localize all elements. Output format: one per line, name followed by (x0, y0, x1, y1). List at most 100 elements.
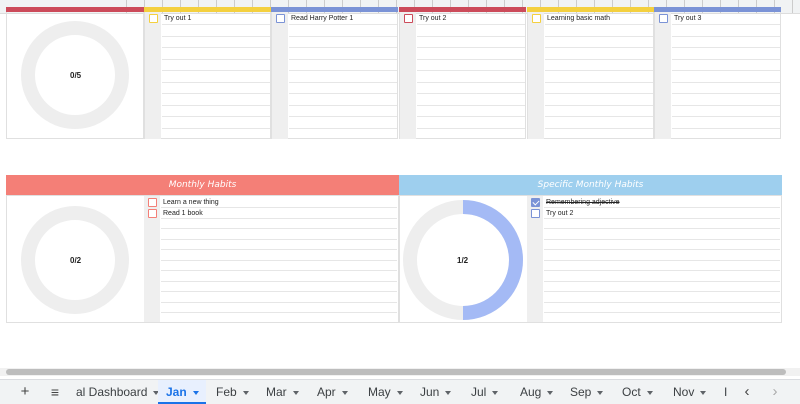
todo-row-line (162, 116, 270, 117)
scrollbar-thumb[interactable] (6, 369, 786, 375)
sheet-tab-label: al Dashboard (76, 385, 148, 399)
todo-row-line (289, 58, 397, 60)
todo-row-line (162, 81, 270, 83)
plus-icon[interactable]: + (14, 380, 36, 404)
todo-row-line (162, 24, 270, 25)
todo-row-line (417, 24, 525, 25)
todo-row-line (289, 127, 397, 129)
chevron-down-icon[interactable] (646, 390, 653, 395)
specific-habit-item-label: Remembering adjective (546, 199, 620, 206)
chevron-down-icon[interactable] (445, 390, 452, 395)
monthly-habit-checkbox[interactable] (148, 198, 157, 207)
sheet-tab-label: Apr (317, 385, 336, 399)
todo-row-line (289, 35, 397, 37)
todo-checkbox[interactable] (532, 14, 541, 23)
chevron-down-icon[interactable] (192, 390, 199, 395)
sheet-tab-label: Mar (266, 385, 287, 399)
todo-row-line (672, 116, 780, 117)
sheet-tab-label: May (368, 385, 391, 399)
chevron-down-icon[interactable] (700, 390, 707, 395)
todo-row-line (162, 58, 270, 60)
monthly-habit-row-line (161, 207, 397, 208)
sheet-tab[interactable]: al Dashboard (68, 380, 160, 404)
chevron-left-icon[interactable]: ‹ (738, 380, 756, 404)
monthly-habit-row-line (161, 280, 397, 282)
todo-column (399, 7, 526, 139)
chevron-down-icon[interactable] (492, 390, 499, 395)
todo-row-line (672, 81, 780, 83)
specific-habit-row-line (544, 238, 780, 240)
monthly-habit-item-label: Learn a new thing (163, 199, 219, 206)
todo-column-gutter (272, 12, 288, 139)
chevron-down-icon[interactable] (341, 390, 348, 395)
todo-column (654, 7, 781, 139)
sheet-tab-bar: + ≡ al Dashboard Jan Feb Mar Apr May Jun Jul Aug… (0, 379, 800, 404)
specific-habit-row-line (544, 291, 780, 292)
specific-habits-header: Specific Monthly Habits (399, 175, 782, 195)
sheet-tab[interactable]: Oct (614, 380, 662, 404)
specific-habit-row-line (544, 301, 780, 303)
todo-row-line (545, 127, 653, 129)
monthly-habit-row-line (161, 270, 397, 271)
sheet-tab[interactable]: Apr (309, 380, 357, 404)
sheet-tab[interactable]: Jun (412, 380, 460, 404)
top-progress-colorbar (6, 7, 144, 12)
monthly-habit-checkbox[interactable] (148, 209, 157, 218)
monthly-habit-row-line (161, 228, 397, 229)
monthly-habit-row-line (161, 238, 397, 240)
column-header-cell (792, 0, 800, 13)
chevron-down-icon[interactable] (597, 390, 604, 395)
horizontal-scrollbar[interactable] (0, 368, 800, 376)
todo-column (527, 7, 654, 139)
todo-column (144, 7, 271, 139)
todo-row-line (545, 93, 653, 94)
sheet-tab[interactable]: Mar (258, 380, 306, 404)
sheet-tab[interactable]: Aug (512, 380, 560, 404)
chevron-down-icon[interactable] (242, 390, 249, 395)
chevron-down-icon[interactable] (547, 390, 554, 395)
todo-row-line (162, 47, 270, 48)
monthly-habit-row-line (161, 312, 397, 313)
todo-checkbox[interactable] (276, 14, 285, 23)
todo-column (271, 7, 398, 139)
sheet-tab[interactable]: Feb (208, 380, 256, 404)
todo-checkbox[interactable] (149, 14, 158, 23)
todo-row-line (417, 47, 525, 48)
specific-habit-item-label: Try out 2 (546, 210, 574, 217)
sheet-tab[interactable]: Jan (158, 380, 206, 404)
specific-habit-row-line (544, 312, 780, 313)
todo-checkbox[interactable] (659, 14, 668, 23)
todo-row-line (162, 93, 270, 94)
sheet-tab[interactable]: Jul (463, 380, 511, 404)
todo-row-line (545, 35, 653, 37)
chevron-right-icon[interactable]: › (766, 380, 784, 404)
specific-habit-row-line (544, 280, 780, 282)
sheet-tab[interactable]: I (722, 380, 736, 404)
sheet-tab[interactable]: May (360, 380, 408, 404)
specific-habit-checkbox[interactable] (531, 209, 540, 218)
todo-item-label: Learning basic math (547, 15, 611, 22)
todo-column-gutter (655, 12, 671, 139)
sheet-tab[interactable]: Nov (665, 380, 713, 404)
hamburger-menu-icon[interactable]: ≡ (44, 380, 66, 404)
todo-row-line (545, 81, 653, 83)
specific-habit-row-line (544, 249, 780, 250)
sheet-tab-label: Nov (673, 385, 695, 399)
todo-row-line (545, 70, 653, 71)
chevron-down-icon[interactable] (292, 390, 299, 395)
todo-checkbox[interactable] (404, 14, 413, 23)
sheet-tab[interactable]: Sep (562, 380, 610, 404)
spreadsheet-grid[interactable]: 0/5 Try out 1 Read Harry Potter 1 Try out … (0, 0, 800, 368)
todo-row-line (545, 24, 653, 25)
monthly-habits-header: Monthly Habits (6, 175, 399, 195)
todo-row-line (289, 116, 397, 117)
todo-row-line (672, 127, 780, 129)
sheet-tab-label: Oct (622, 385, 641, 399)
monthly-habit-row-line (161, 259, 397, 261)
todo-row-line (162, 70, 270, 71)
todo-column-gutter (400, 12, 416, 139)
monthly-habits-progress-label: 0/2 (70, 256, 82, 265)
specific-habit-checkbox[interactable] (531, 198, 540, 207)
todo-row-line (289, 104, 397, 106)
chevron-down-icon[interactable] (396, 390, 403, 395)
